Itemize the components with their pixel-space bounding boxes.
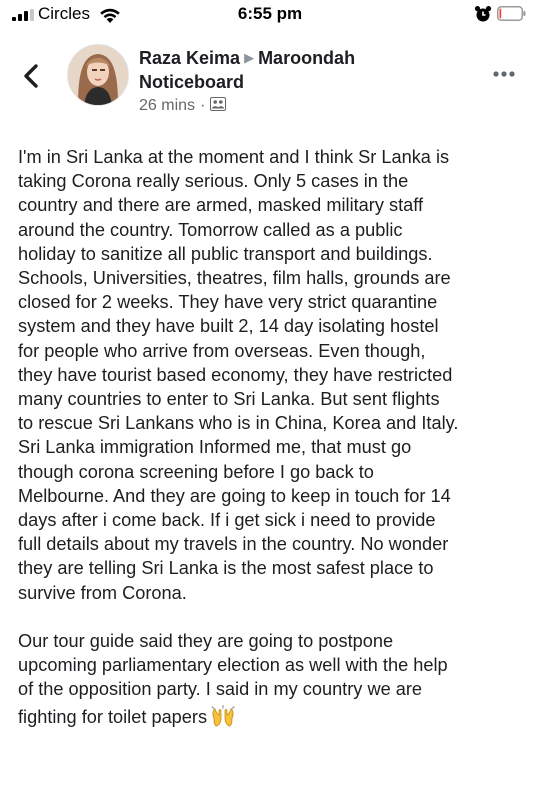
post-line: full details about my travels in the cou… (18, 534, 449, 555)
post-line: many countries to enter to Sri Lanka. Bu… (18, 389, 440, 410)
battery-icon (497, 6, 526, 21)
post-line: they have tourist based economy, they ha… (18, 364, 453, 385)
post-line: days after i come back. If i get sick i … (18, 510, 436, 531)
status-time: 6:55 pm (237, 4, 303, 23)
post-line: system and they have built 2, 14 day iso… (18, 316, 439, 337)
post-line: Sri Lanka immigration Informed me, that … (18, 437, 412, 458)
group-name-line: Noticeboard (139, 70, 469, 94)
post-line: to rescue Sri Lankans who is in China, K… (18, 413, 459, 434)
more-dots-icon[interactable] (488, 64, 520, 84)
post-line: though corona screening before I go back… (18, 461, 374, 482)
post-line: closed for 2 weeks. They have very stric… (18, 292, 438, 313)
post-paragraph-1: I'm in Sri Lanka at the moment and I thi… (18, 145, 533, 605)
post-line: survive from Corona. (18, 582, 187, 603)
post-line: for people who arrive from overseas. Eve… (18, 340, 426, 361)
post-paragraph-2: Our tour guide said they are going to po… (18, 629, 533, 702)
to-group-arrow-icon: ▶ (244, 50, 255, 65)
alarm-clock-icon (474, 6, 492, 22)
post-meta: 26 mins · (139, 96, 469, 116)
author-name[interactable]: Raza Keima (139, 48, 240, 68)
post-body: I'm in Sri Lanka at the moment and I thi… (18, 145, 533, 730)
post-line: Melbourne. And they are going to keep in… (18, 485, 451, 506)
status-bar: Circles 6:55 pm (0, 0, 540, 30)
back-chevron-icon[interactable] (16, 58, 46, 94)
post-line: they are telling Sri Lanka is the most s… (18, 558, 434, 579)
group-privacy-icon (210, 97, 227, 111)
post-timestamp[interactable]: 26 mins (139, 97, 195, 114)
author-line: Raza Keima ▶ Maroondah (139, 46, 469, 70)
post-screen: Circles 6:55 pm Raza Keima ▶ Maroondah N… (0, 0, 540, 788)
post-line: I'm in Sri Lanka at the moment and I thi… (18, 147, 450, 167)
group-name-part-1[interactable]: Maroondah (258, 48, 355, 68)
post-last-line: fighting for toilet papers (18, 704, 533, 730)
post-line: taking Corona really serious. Only 5 cas… (18, 171, 409, 192)
post-line: Schools, Universities, theatres, film ha… (18, 268, 451, 289)
group-name-part-2[interactable]: Noticeboard (139, 72, 244, 92)
post-line: country and there are armed, masked mili… (18, 195, 424, 216)
author-avatar[interactable] (67, 44, 129, 106)
post-line: upcoming parliamentary election as well … (18, 655, 448, 676)
post-line: holiday to sanitize all public transport… (18, 243, 433, 264)
avatar-photo (68, 45, 128, 105)
meta-separator: · (200, 97, 206, 114)
post-header: Raza Keima ▶ Maroondah Noticeboard 26 mins… (139, 46, 469, 116)
raised-hands-icon (211, 705, 235, 727)
post-line: of the opposition party. I said in my co… (18, 679, 423, 700)
post-line: fighting for toilet papers (18, 707, 208, 728)
post-line: Our tour guide said they are going to po… (18, 630, 394, 651)
post-line: around the country. Tomorrow called as a… (18, 219, 403, 240)
